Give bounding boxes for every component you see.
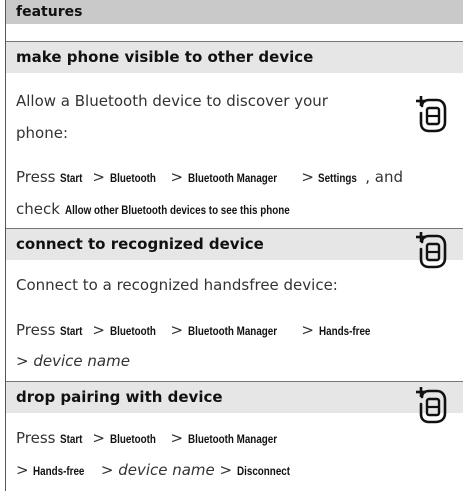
menu-start: Start xyxy=(60,324,83,338)
press-word: Press xyxy=(16,168,56,186)
press-word: Press xyxy=(16,321,56,339)
phone-feature-icon xyxy=(416,387,447,424)
menu-disconnect: Disconnect xyxy=(236,464,290,478)
menu-bluetooth-manager: Bluetooth Manager xyxy=(187,324,278,338)
menu-settings: Settings xyxy=(317,171,357,185)
phone-feature-icon xyxy=(416,96,447,133)
separator: > xyxy=(170,321,184,339)
separator: > xyxy=(16,352,29,370)
section1-check-line: check Allow other Bluetooth devices to s… xyxy=(16,200,339,218)
section1-intro-line2: phone: xyxy=(16,124,68,142)
device-name: device name xyxy=(33,352,130,370)
phone-feature-icon xyxy=(416,232,447,269)
menu-bluetooth-manager: Bluetooth Manager xyxy=(187,171,278,185)
separator: > xyxy=(219,461,233,479)
section-title-connect: connect to recognized device xyxy=(6,228,463,260)
setting-allow-visible: Allow other Bluetooth devices to see thi… xyxy=(64,203,290,217)
separator: > xyxy=(92,321,105,339)
section1-intro-line1: Allow a Bluetooth device to discover you… xyxy=(16,92,328,110)
section3-device-line: > Hands-free > device name > Disconnect xyxy=(16,461,302,479)
menu-bluetooth: Bluetooth xyxy=(109,432,156,446)
menu-hands-free: Hands-free xyxy=(33,464,85,478)
and-text: , and xyxy=(365,168,404,186)
menu-start: Start xyxy=(60,171,83,185)
separator: > xyxy=(16,461,29,479)
section-title-make-visible: make phone visible to other device xyxy=(6,41,463,73)
section-title-drop-pairing: drop pairing with device xyxy=(6,381,463,413)
menu-hands-free: Hands-free xyxy=(318,324,371,338)
section2-intro: Connect to a recognized handsfree device… xyxy=(16,276,338,294)
check-word: check xyxy=(16,200,60,218)
press-word: Press xyxy=(16,429,56,447)
menu-start: Start xyxy=(60,432,83,446)
menu-bluetooth-manager: Bluetooth Manager xyxy=(187,432,278,446)
device-name: device name xyxy=(118,461,215,479)
separator: > xyxy=(301,168,314,186)
manual-page: features make phone visible to other dev… xyxy=(0,0,463,491)
menu-bluetooth: Bluetooth xyxy=(109,171,156,185)
separator: > xyxy=(170,429,184,447)
section1-press-line: Press Start > Bluetooth > Bluetooth Mana… xyxy=(16,168,403,186)
menu-bluetooth: Bluetooth xyxy=(109,324,156,338)
features-header: features xyxy=(6,0,463,24)
separator: > xyxy=(92,429,105,447)
section2-device-line: > device name xyxy=(16,352,130,370)
separator: > xyxy=(170,168,184,186)
section3-press-line: Press Start > Bluetooth > Bluetooth Mana… xyxy=(16,429,297,447)
separator: > xyxy=(100,461,114,479)
separator: > xyxy=(301,321,314,339)
section2-press-line: Press Start > Bluetooth > Bluetooth Mana… xyxy=(16,321,381,339)
separator: > xyxy=(92,168,105,186)
